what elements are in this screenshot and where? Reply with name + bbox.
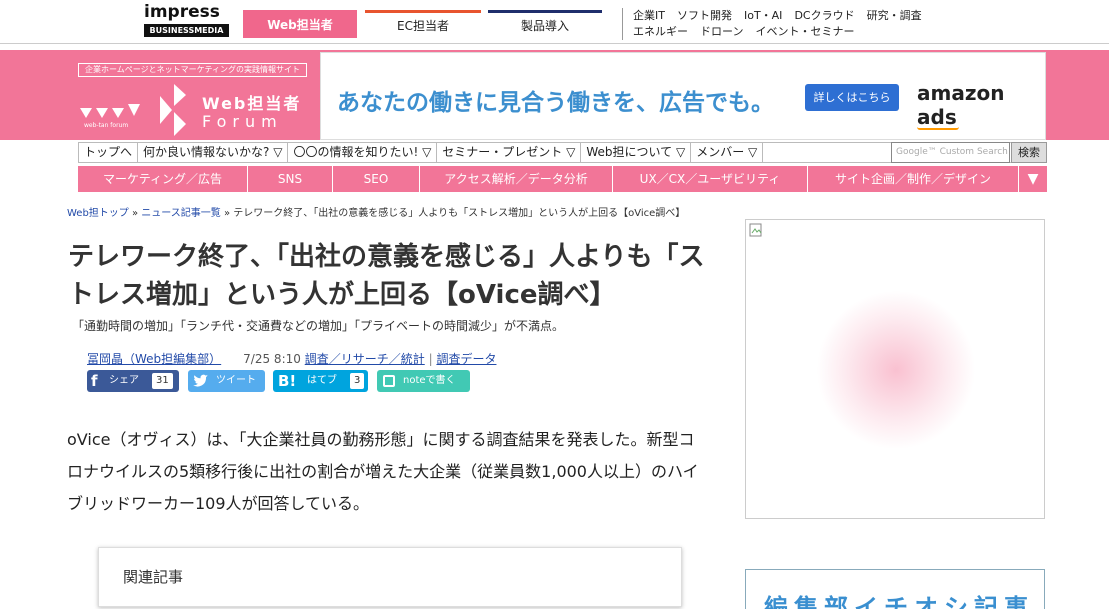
related-articles-heading: 関連記事 <box>123 568 184 586</box>
twitter-bird-icon <box>193 374 208 387</box>
amazon-ads-logo: amazon ads <box>917 81 1045 130</box>
twitter-tweet-label: ツイート <box>216 375 256 386</box>
hatena-count: 3 <box>350 373 365 389</box>
article-meta: 冨岡晶（Web担編集部） 7/25 8:10 調査／リサーチ／統計 | 調査データ <box>87 350 496 367</box>
logo-small-text: web-tan forum <box>84 122 129 129</box>
facebook-share-count: 31 <box>152 373 173 389</box>
top-link[interactable]: 研究・調査 <box>867 9 922 22</box>
web-tan-logo-mark-icon <box>80 84 186 136</box>
top-link[interactable]: 企業IT <box>633 9 665 22</box>
top-links: 企業IT ソフト開発 IoT・AI DCクラウド 研究・調査 エネルギー ドローン イベント… <box>622 8 952 40</box>
web-tan-logo[interactable]: Web担当者 Forum web-tan forum <box>78 82 318 138</box>
page-title: テレワーク終了、「出社の意義を感じる」人よりも「ストレス増加」という人が上回る【… <box>68 242 705 310</box>
breadcrumb: Web担トップ » ニュース記事一覧 » テレワーク終了、「出社の意義を感じる」… <box>67 204 707 219</box>
author-link[interactable]: 冨岡晶（Web担編集部） <box>87 352 221 366</box>
tab-seihin-dounyu[interactable]: 製品導入 <box>488 10 602 38</box>
article-date: 7/25 8:10 <box>243 352 301 366</box>
impress-logo-sub: BUSINESSMEDIA <box>144 24 229 37</box>
top-link[interactable]: ソフト開発 <box>677 9 732 22</box>
menu-item-top[interactable]: トップへ <box>79 143 139 162</box>
nav-site-design[interactable]: サイト企画／制作／デザイン <box>808 166 1019 192</box>
chevron-down-icon[interactable]: ▼ <box>1019 166 1047 192</box>
category-link[interactable]: 調査／リサーチ／統計 <box>305 352 425 366</box>
ad-glow-graphic <box>816 290 976 450</box>
nav-analytics[interactable]: アクセス解析／データ分析 <box>420 166 613 192</box>
ad-cta-button[interactable]: 詳しくはこちら <box>805 84 899 111</box>
category-link[interactable]: 調査データ <box>436 352 496 366</box>
meta-separator: | <box>428 352 433 366</box>
logo-line2: Forum <box>202 112 283 131</box>
menu-item-member[interactable]: メンバー ▽ <box>691 143 764 162</box>
tab-ec-tantousha[interactable]: EC担当者 <box>365 10 481 38</box>
note-icon <box>383 375 395 387</box>
broken-image-icon <box>749 223 762 237</box>
sidebar-feature-box[interactable]: 編集部イチオシ記事 <box>745 569 1045 609</box>
top-link[interactable]: IoT・AI <box>744 9 782 22</box>
top-bar: impress BUSINESSMEDIA Web担当者 EC担当者 製品導入 … <box>0 0 1109 44</box>
search-input[interactable]: Google™ Custom Search <box>891 142 1010 163</box>
search-button[interactable]: 検索 <box>1011 142 1047 163</box>
facebook-share-label: シェア <box>109 375 139 386</box>
header-ad-banner[interactable]: あなたの働きに見合う働きを、広告でも。 詳しくはこちら amazon ads <box>320 52 1046 140</box>
top-link[interactable]: ドローン <box>700 25 743 38</box>
secondary-menu: マーケティング／広告 SNS SEO アクセス解析／データ分析 UX／CX／ユー… <box>78 166 1047 192</box>
logo-line1: Web担当者 <box>202 94 302 113</box>
amazon-ads-brand: amazon ads <box>917 81 1005 129</box>
hatena-bookmark-button[interactable]: B! はてブ 3 <box>273 370 368 392</box>
sidebar-ad[interactable] <box>745 219 1045 519</box>
sidebar-feature-title: 編集部イチオシ記事 <box>764 594 1034 609</box>
breadcrumb-separator: » <box>128 208 142 219</box>
breadcrumb-separator: » <box>220 208 234 219</box>
facebook-share-button[interactable]: f シェア 31 <box>87 370 179 392</box>
hatena-icon: B! <box>278 372 297 390</box>
menu-item-good-info[interactable]: 何か良い情報ないかな? ▽ <box>138 143 289 162</box>
article-body: oVice（オヴィス）は、「大企業社員の勤務形態」に関する調査結果を発表した。新… <box>67 430 699 513</box>
article-subtitle: 「通勤時間の増加」「ランチ代・交通費などの増加」「プライベートの時間減少」が不満… <box>72 319 565 333</box>
top-link[interactable]: DCクラウド <box>794 9 854 22</box>
related-articles-box: 関連記事 <box>98 547 682 607</box>
ad-headline: あなたの働きに見合う働きを、広告でも。 <box>337 90 774 116</box>
facebook-icon: f <box>91 372 98 390</box>
note-share-button[interactable]: noteで書く <box>377 370 470 392</box>
menu-item-seminar[interactable]: セミナー・プレゼント ▽ <box>437 143 582 162</box>
breadcrumb-home[interactable]: Web担トップ <box>67 208 129 219</box>
impress-logo[interactable]: impress BUSINESSMEDIA <box>144 4 229 40</box>
menu-item-about[interactable]: Web担について ▽ <box>581 143 692 162</box>
nav-seo[interactable]: SEO <box>333 166 420 192</box>
hatena-label: はてブ <box>307 375 337 386</box>
twitter-tweet-button[interactable]: ツイート <box>188 370 265 392</box>
note-share-label: noteで書く <box>403 375 456 386</box>
nav-ux[interactable]: UX／CX／ユーザビリティ <box>613 166 808 192</box>
nav-sns[interactable]: SNS <box>248 166 333 192</box>
top-link[interactable]: エネルギー <box>633 25 688 38</box>
impress-logo-word: impress <box>144 2 220 22</box>
site-tagline: 企業ホームページとネットマーケティングの実践情報サイト <box>78 63 307 77</box>
breadcrumb-current: テレワーク終了、「出社の意義を感じる」人よりも「ストレス増加」という人が上回る【… <box>233 208 686 219</box>
top-link[interactable]: イベント・セミナー <box>755 25 854 38</box>
menu-item-want-info[interactable]: 〇〇の情報を知りたい! ▽ <box>288 143 438 162</box>
nav-marketing[interactable]: マーケティング／広告 <box>78 166 248 192</box>
tab-web-tantousha[interactable]: Web担当者 <box>243 10 357 38</box>
breadcrumb-news-list[interactable]: ニュース記事一覧 <box>141 208 221 219</box>
